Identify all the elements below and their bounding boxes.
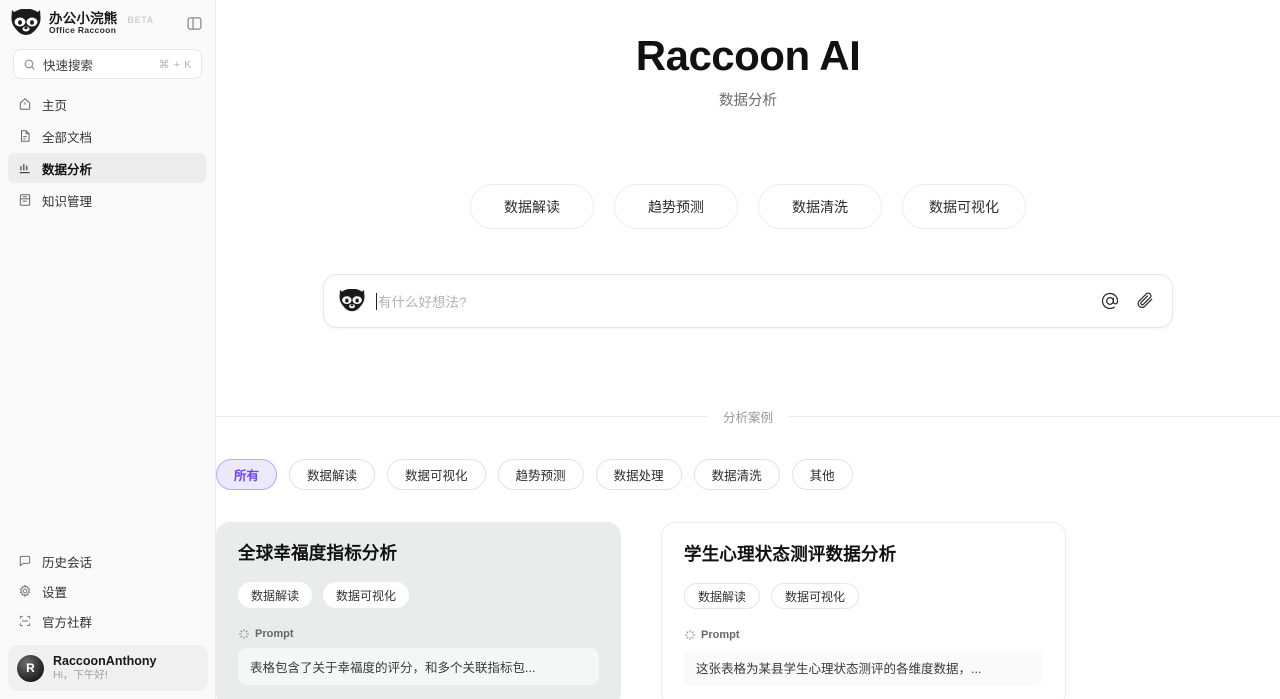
search-shortcut-hint: ⌘ + K (158, 58, 192, 71)
filter-chip-trend-forecast[interactable]: 趋势预测 (497, 459, 584, 491)
composer-input[interactable]: 有什么好想法? (376, 275, 1089, 327)
raccoon-logo-icon (11, 9, 41, 35)
sidebar-bottom: 历史会话 设置 官方社群 R RaccoonAnthony Hi，下午好! (0, 546, 216, 699)
sidebar-item-history[interactable]: 历史会话 (8, 546, 208, 576)
card-tag[interactable]: 数据解读 (684, 583, 761, 610)
prompt-label-row: Prompt (684, 629, 1043, 641)
hero-section: Raccoon AI 数据分析 (216, 0, 1280, 110)
sidebar-item-settings[interactable]: 设置 (8, 576, 208, 606)
page-subtitle: 数据分析 (719, 93, 777, 110)
sidebar-item-label: 全部文档 (42, 130, 93, 145)
sidebar-item-label: 历史会话 (42, 555, 93, 570)
chat-composer[interactable]: 有什么好想法? (323, 274, 1173, 329)
sidebar-toggle-button[interactable] (183, 12, 205, 34)
card-tag[interactable]: 数据解读 (238, 582, 313, 609)
brand-name-cn: 办公小浣熊 (49, 10, 118, 26)
app-root: 办公小浣熊 Office Raccoon BETA 快速搜索 ⌘ + K 主页 … (0, 0, 1280, 699)
bar-chart-icon (17, 161, 32, 176)
paperclip-icon[interactable] (1134, 291, 1155, 312)
example-cards: 全球幸福度指标分析 数据解读 数据可视化 Prompt 表格包含了关于幸福度的评… (216, 522, 1280, 699)
divider-line-right (789, 416, 1280, 418)
card-title: 全球幸福度指标分析 (238, 543, 398, 564)
brand-name-en: Office Raccoon (49, 24, 117, 35)
quick-action-data-visualization[interactable]: 数据可视化 (902, 184, 1026, 230)
quick-action-data-cleaning[interactable]: 数据清洗 (758, 184, 882, 230)
example-card[interactable]: 学生心理状态测评数据分析 数据解读 数据可视化 Prompt 这张表格为某县学生… (661, 522, 1066, 699)
user-profile[interactable]: R RaccoonAnthony Hi，下午好! (8, 645, 208, 691)
prompt-text: 这张表格为某县学生心理状态测评的各维度数据，... (684, 649, 1043, 687)
sparkle-icon (239, 629, 249, 640)
filter-chip-data-visualization[interactable]: 数据可视化 (387, 459, 486, 491)
quick-action-row: 数据解读 趋势预测 数据清洗 数据可视化 (216, 184, 1280, 230)
sidebar-item-label: 知识管理 (42, 194, 93, 209)
brand-row: 办公小浣熊 Office Raccoon BETA (0, 0, 215, 43)
community-scan-icon (17, 614, 32, 629)
search-placeholder: 快速搜索 (43, 58, 94, 73)
document-icon (17, 129, 32, 144)
sidebar-item-label: 主页 (42, 98, 68, 113)
prompt-text: 表格包含了关于幸福度的评分，和多个关联指标包... (238, 648, 599, 686)
sidebar-item-label: 数据分析 (42, 162, 93, 177)
profile-name: RaccoonAnthony (53, 654, 157, 669)
quick-action-data-interpretation[interactable]: 数据解读 (470, 184, 594, 230)
main-inner: Raccoon AI 数据分析 数据解读 趋势预测 数据清洗 数据可视化 有什么… (216, 0, 1280, 699)
filter-chip-data-interpretation[interactable]: 数据解读 (289, 459, 376, 491)
examples-section-label: 分析案例 (723, 411, 774, 426)
at-icon[interactable] (1099, 291, 1120, 312)
card-tags: 数据解读 数据可视化 (684, 583, 1043, 610)
divider-line-left (216, 416, 707, 418)
card-tag[interactable]: 数据可视化 (323, 582, 410, 609)
gear-icon (17, 584, 32, 599)
panel-toggle-icon (186, 16, 202, 30)
examples-divider: 分析案例 (216, 407, 1280, 426)
example-filter-chips: 所有 数据解读 数据可视化 趋势预测 数据处理 数据清洗 其他 (216, 459, 1280, 491)
composer-actions (1099, 291, 1155, 312)
search-input[interactable]: 快速搜索 ⌘ + K (13, 49, 202, 79)
raccoon-avatar-icon (339, 289, 365, 312)
home-icon (17, 97, 32, 112)
avatar: R (17, 654, 44, 682)
main-content: Raccoon AI 数据分析 数据解读 趋势预测 数据清洗 数据可视化 有什么… (216, 0, 1280, 699)
prompt-label: Prompt (255, 628, 294, 641)
search-icon (24, 59, 35, 70)
brand-text: 办公小浣熊 Office Raccoon (49, 11, 118, 36)
sparkle-icon (685, 630, 695, 641)
text-caret (376, 292, 377, 310)
sidebar: 办公小浣熊 Office Raccoon BETA 快速搜索 ⌘ + K 主页 … (0, 0, 216, 699)
profile-text: RaccoonAnthony Hi，下午好! (53, 653, 156, 683)
chat-history-icon (17, 554, 32, 569)
filter-chip-other[interactable]: 其他 (791, 459, 853, 491)
composer-placeholder: 有什么好想法? (378, 295, 467, 311)
page-title: Raccoon AI (635, 32, 861, 79)
quick-action-trend-forecast[interactable]: 趋势预测 (614, 184, 738, 230)
prompt-label: Prompt (701, 629, 740, 642)
beta-badge: BETA (127, 15, 154, 25)
filter-chip-all[interactable]: 所有 (216, 459, 278, 491)
sidebar-item-label: 官方社群 (42, 615, 93, 630)
filter-chip-data-cleaning[interactable]: 数据清洗 (693, 459, 780, 491)
knowledge-book-icon (17, 193, 32, 208)
card-tag[interactable]: 数据可视化 (771, 583, 860, 610)
sidebar-item-community[interactable]: 官方社群 (8, 606, 208, 636)
card-tags: 数据解读 数据可视化 (238, 582, 599, 609)
sidebar-item-label: 设置 (42, 585, 68, 600)
sidebar-item-data-analysis[interactable]: 数据分析 (8, 153, 207, 183)
sidebar-item-home[interactable]: 主页 (8, 89, 207, 119)
example-card[interactable]: 全球幸福度指标分析 数据解读 数据可视化 Prompt 表格包含了关于幸福度的评… (216, 522, 621, 699)
profile-greeting: Hi，下午好! (53, 669, 108, 682)
sidebar-nav: 主页 全部文档 数据分析 知识管理 (0, 89, 215, 215)
filter-chip-data-processing[interactable]: 数据处理 (595, 459, 682, 491)
prompt-label-row: Prompt (238, 628, 599, 640)
sidebar-item-all-documents[interactable]: 全部文档 (8, 121, 207, 151)
sidebar-item-knowledge[interactable]: 知识管理 (8, 185, 207, 215)
card-title: 学生心理状态测评数据分析 (684, 544, 897, 565)
